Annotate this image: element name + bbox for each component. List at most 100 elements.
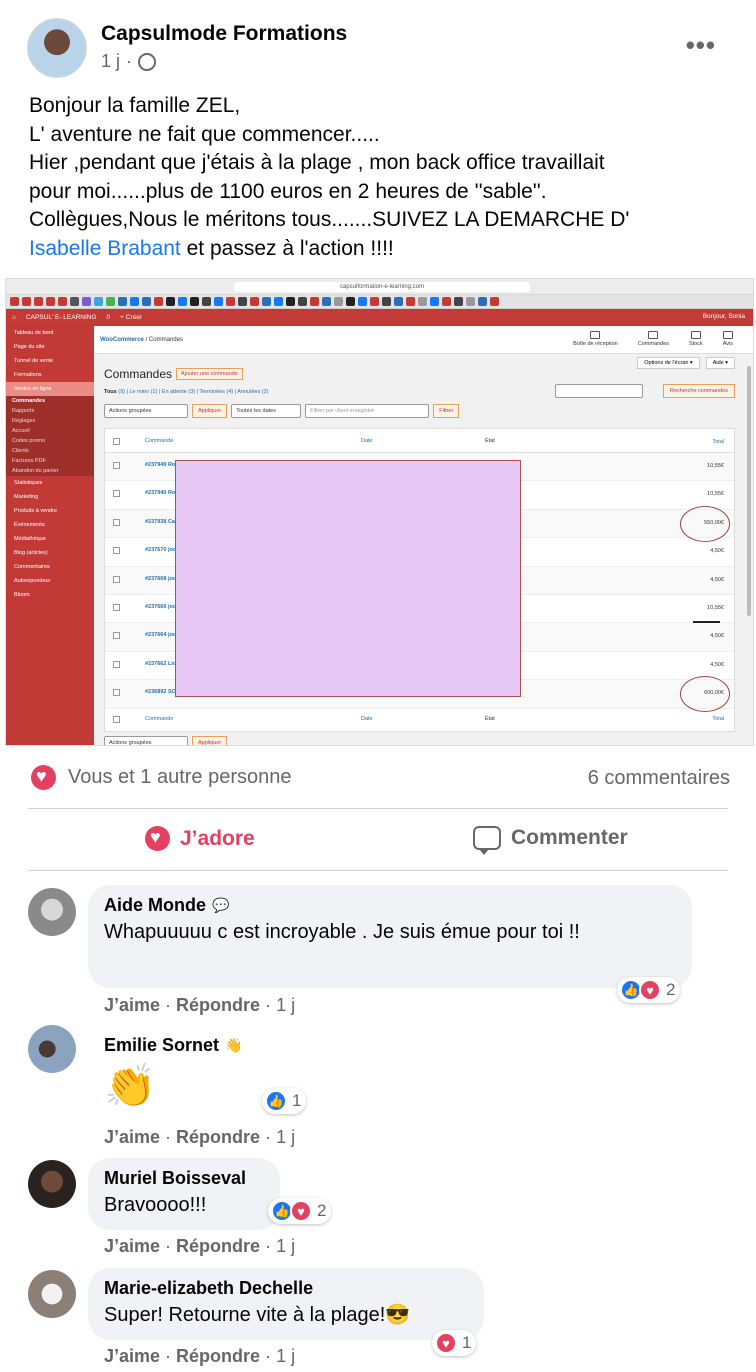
commenter-avatar[interactable] (28, 1025, 76, 1073)
wp-sidebar-item: Ventes en ligne (6, 382, 94, 396)
comment-time[interactable]: 1 j (276, 1127, 295, 1147)
bookmark-favicon (22, 297, 31, 306)
post-time[interactable]: 1 j (101, 51, 120, 72)
commenter-name[interactable]: Emilie Sornet (104, 1035, 219, 1056)
reaction-count: 2 (666, 980, 676, 999)
comment-reactions[interactable]: 👍 1 (262, 1088, 307, 1114)
wp-sidebar-item: Page du site (14, 344, 45, 350)
bookmark-favicon (334, 297, 343, 306)
post-line: L' aventure ne fait que commencer..... (29, 122, 380, 146)
wp-sidebar-item: Commandes (6, 396, 94, 406)
comment-button[interactable]: Commenter (473, 826, 628, 855)
like-link[interactable]: J’aime (104, 1346, 160, 1366)
reply-link[interactable]: Répondre (176, 995, 260, 1015)
order-total: 4,50€ (710, 576, 724, 583)
bookmark-favicon (478, 297, 487, 306)
commenter-name[interactable]: Aide Monde (104, 895, 206, 916)
comment-time[interactable]: 1 j (276, 1236, 295, 1256)
wave-icon: 👋 (225, 1037, 243, 1053)
comment-reactions[interactable]: 👍 ♥ 2 (268, 1198, 332, 1224)
audience-icon[interactable] (138, 52, 157, 71)
badge-icon: 💬 (212, 897, 230, 913)
screen-options: Options de l'écran ▾ Aide ▾ (637, 357, 735, 369)
bookmark-favicon (286, 297, 295, 306)
wp-sidebar-item: Blog (articles) (14, 550, 48, 556)
commenter-avatar[interactable] (28, 1270, 76, 1318)
like-link[interactable]: J’aime (104, 1236, 160, 1256)
reaction-count: 1 (292, 1091, 302, 1110)
bookmark-favicon (118, 297, 127, 306)
bookmark-favicon (166, 297, 175, 306)
highlight-circle (680, 676, 730, 713)
order-number: #237666 joc (145, 603, 176, 610)
wp-sidebar-item: Bloom (14, 592, 30, 598)
stock-icon: Stock (689, 331, 703, 347)
reply-link[interactable]: Répondre (176, 1127, 260, 1147)
comment-text: Bravoooo!!! (104, 1194, 207, 1216)
love-label: J’adore (180, 826, 255, 850)
love-reaction-icon: ♥ (290, 1200, 312, 1222)
reactors[interactable]: Vous et 1 autre personne (31, 765, 292, 790)
love-button[interactable]: J’adore (145, 826, 255, 851)
love-reaction-icon: ♥ (639, 979, 661, 1001)
author-avatar[interactable] (27, 18, 87, 78)
reply-link[interactable]: Répondre (176, 1236, 260, 1256)
comment-icon (473, 826, 501, 855)
commenter-name[interactable]: Muriel Boisseval (104, 1168, 246, 1189)
post-author[interactable]: Capsulmode Formations (101, 22, 347, 46)
order-number: #237670 joc (145, 547, 176, 554)
bookmark-favicon (274, 297, 283, 306)
row-checkbox (113, 632, 120, 640)
order-total: 4,50€ (710, 661, 724, 668)
like-link[interactable]: J’aime (104, 1127, 160, 1147)
browser-url: capsulformation-e-learning.com (234, 282, 530, 292)
reply-link[interactable]: Répondre (176, 1346, 260, 1366)
comment-text: Super! Retourne vite à la plage!😎 (104, 1304, 411, 1326)
bookmark-favicon (106, 297, 115, 306)
like-link[interactable]: J’aime (104, 995, 160, 1015)
order-total: 4,50€ (710, 633, 724, 640)
commenter-avatar[interactable] (28, 888, 76, 936)
bookmark-favicon (358, 297, 367, 306)
highlight-circle (680, 505, 730, 542)
commenter-avatar[interactable] (28, 1160, 76, 1208)
comment-time[interactable]: 1 j (276, 1346, 295, 1366)
wp-logo-icon: ⌂ (12, 314, 16, 321)
clap-emoji: 👏 (104, 1062, 157, 1109)
wp-sidebar-item: Médiathèque (14, 536, 46, 542)
bookmark-favicon (298, 297, 307, 306)
row-checkbox (113, 603, 120, 611)
bookmark-favicon (202, 297, 211, 306)
comment-time[interactable]: 1 j (276, 995, 295, 1015)
comment-reactions[interactable]: 👍 ♥ 2 (617, 977, 681, 1003)
comment-actions: J’aime · Répondre · 1 j (104, 1346, 296, 1366)
order-search-button: Recherche commandes (662, 384, 735, 398)
post-line: Hier ,pendant que j'étais à la plage , m… (29, 151, 605, 174)
comments-count[interactable]: 6 commentaires (588, 767, 730, 790)
wp-new-link: + Créer (120, 314, 143, 321)
wp-sidebar-item: Accueil (6, 426, 94, 436)
bookmark-favicon (154, 297, 163, 306)
bulk-actions-bottom: Actions groupées Appliquer (104, 736, 228, 745)
wp-sidebar-item: Réglages (6, 416, 94, 426)
inbox-icon: Boîte de réception (573, 331, 618, 347)
status-filters: Tous (9) | Le mien (1) | En attente (3) … (104, 389, 269, 395)
post-line: Bonjour la famille ZEL, (29, 94, 241, 117)
reactions-summary: Vous et 1 autre personne 6 commentaires (0, 760, 756, 796)
more-options-icon[interactable]: ••• (686, 30, 716, 61)
wc-top-icons: Boîte de réception Commandes Stock Avis (573, 331, 733, 347)
order-number: #237938 Ca (145, 518, 175, 525)
like-reaction-icon: 👍 (265, 1090, 287, 1112)
row-checkbox (113, 518, 120, 526)
wp-site-name: CAPSUL' E- LEARNING (25, 314, 97, 321)
wp-sidebar-item: Clients (6, 446, 94, 456)
comment-reactions[interactable]: ♥ 1 (432, 1330, 477, 1356)
mention-link[interactable]: Isabelle Brabant (29, 237, 181, 260)
comment-label: Commenter (511, 826, 628, 849)
post-image[interactable]: capsulformation-e-learning.com ⌂ CAPSUL'… (5, 278, 754, 746)
order-total: 10,55€ (707, 491, 724, 498)
bookmark-favicon (406, 297, 415, 306)
divider (28, 870, 728, 871)
post-text: Bonjour la famille ZEL, L' aventure ne f… (29, 92, 739, 263)
commenter-name[interactable]: Marie-elizabeth Dechelle (104, 1278, 313, 1299)
